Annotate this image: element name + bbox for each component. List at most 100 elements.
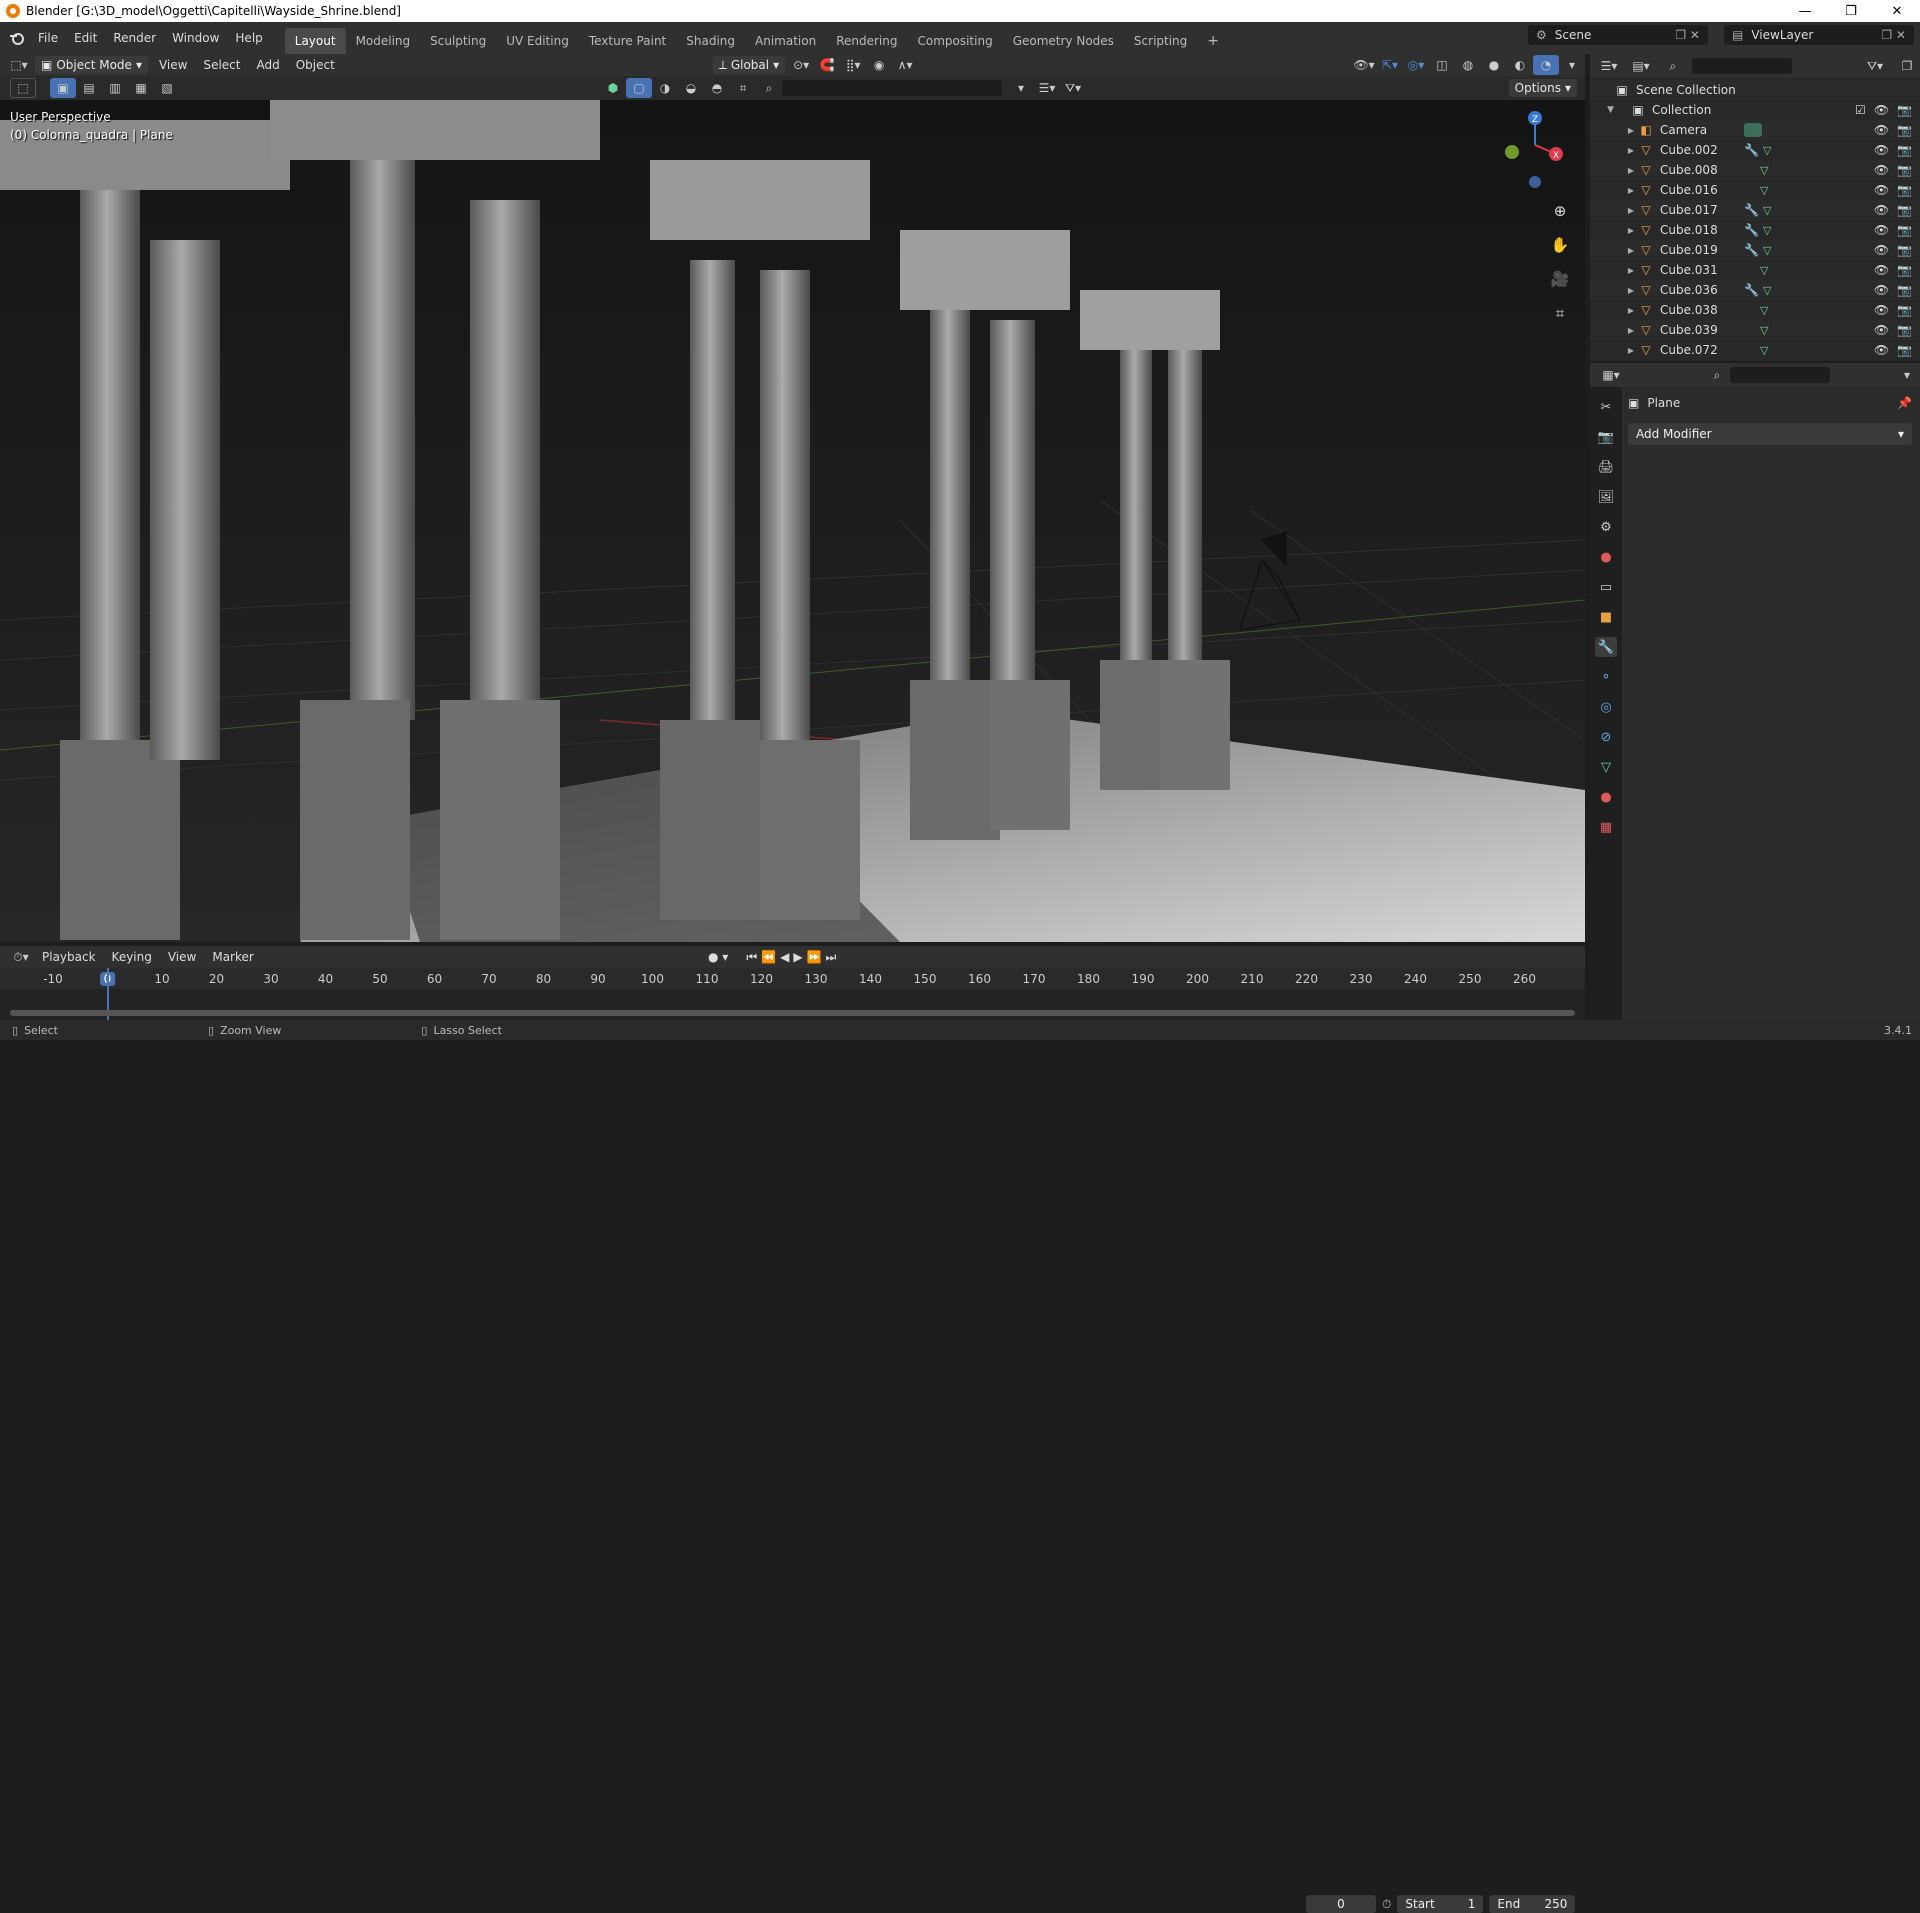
- view-layer-selector[interactable]: ▤ ViewLayer ❐ ✕: [1724, 25, 1914, 45]
- eye-icon[interactable]: 👁: [1874, 203, 1889, 217]
- add-workspace-button[interactable]: +: [1197, 28, 1229, 54]
- pan-hand-icon[interactable]: ✋: [1549, 234, 1571, 256]
- eye-icon[interactable]: 👁: [1874, 123, 1889, 137]
- mode-dropdown[interactable]: ▣ Object Mode ▾: [35, 56, 148, 74]
- new-collection-icon[interactable]: ❐: [1894, 56, 1920, 76]
- outliner-row[interactable]: ▶ ▽ Cube.038 ▽ 👁 📷: [1590, 300, 1920, 320]
- menu-help[interactable]: Help: [227, 31, 270, 45]
- eye-icon[interactable]: 👁: [1874, 163, 1889, 177]
- expand-icon[interactable]: ▶: [1590, 126, 1638, 135]
- visibility-icon[interactable]: 👁▾: [1351, 55, 1377, 75]
- tab-modeling[interactable]: Modeling: [346, 28, 421, 54]
- texture-tab-icon[interactable]: ▦: [1595, 817, 1617, 837]
- list-view-icon[interactable]: ☰▾: [1034, 78, 1060, 98]
- expand-icon[interactable]: ▼: [1590, 105, 1614, 115]
- stopwatch-icon[interactable]: ⏱: [1382, 1897, 1391, 1912]
- shading-sphere2-icon[interactable]: ◒: [678, 78, 704, 98]
- ortho-grid-icon[interactable]: ⌗: [1549, 302, 1571, 324]
- outliner-row[interactable]: ▶ ▽ Cube.039 ▽ 👁 📷: [1590, 320, 1920, 340]
- menu-object[interactable]: Object: [288, 58, 343, 72]
- eye-icon[interactable]: 👁: [1874, 343, 1889, 357]
- outliner-row[interactable]: ▶ ▽ Cube.031 ▽ 👁 📷: [1590, 260, 1920, 280]
- object-filter-icon[interactable]: ▢: [626, 78, 652, 98]
- view-layer-tab-icon[interactable]: 🖼: [1595, 487, 1617, 507]
- shading-options-icon[interactable]: ▾: [1559, 55, 1585, 75]
- timeline-track[interactable]: [0, 968, 1585, 1024]
- menu-window[interactable]: Window: [164, 31, 227, 45]
- expand-icon[interactable]: ▶: [1590, 286, 1638, 295]
- navigation-gizmo[interactable]: Z X: [1500, 110, 1570, 190]
- funnel-icon[interactable]: ⛛▾: [1060, 78, 1086, 98]
- filter-icon[interactable]: ⛛▾: [1862, 56, 1888, 76]
- data-tab-icon[interactable]: ▽: [1595, 757, 1617, 777]
- shading-sphere-icon[interactable]: ◑: [652, 78, 678, 98]
- output-tab-icon[interactable]: 🖨: [1595, 457, 1617, 477]
- constraints-tab-icon[interactable]: ⊘: [1595, 727, 1617, 747]
- solid-shading-icon[interactable]: ●: [1481, 55, 1507, 75]
- outliner-row[interactable]: ▶ ▽ Cube.018 🔧 ▽ 👁 📷: [1590, 220, 1920, 240]
- search-icon[interactable]: ⌕: [1704, 365, 1730, 385]
- prev-keyframe-icon[interactable]: ⏪: [761, 950, 776, 964]
- camera-render-icon[interactable]: 📷: [1897, 303, 1912, 317]
- select-mode-invert-icon[interactable]: ▦: [128, 78, 154, 98]
- filter-dropdown-icon[interactable]: ▾: [1008, 78, 1034, 98]
- expand-icon[interactable]: ▶: [1590, 166, 1638, 175]
- add-modifier-dropdown[interactable]: Add Modifier ▾: [1628, 423, 1912, 445]
- expand-icon[interactable]: ▶: [1590, 266, 1638, 275]
- menu-keying[interactable]: Keying: [104, 950, 160, 964]
- eye-icon[interactable]: 👁: [1874, 323, 1889, 337]
- material-tab-icon[interactable]: ●: [1595, 787, 1617, 807]
- tab-uv-editing[interactable]: UV Editing: [496, 28, 579, 54]
- start-frame-field[interactable]: Start 1: [1397, 1895, 1484, 1913]
- current-frame-field[interactable]: 0: [1306, 1895, 1376, 1913]
- select-mode-intersect-icon[interactable]: ▧: [154, 78, 180, 98]
- outliner-row[interactable]: ▶ ▽ Cube.019 🔧 ▽ 👁 📷: [1590, 240, 1920, 260]
- options-button[interactable]: Options ▾: [1508, 79, 1577, 97]
- checkbox-icon[interactable]: ☑: [1855, 103, 1866, 117]
- tab-sculpting[interactable]: Sculpting: [420, 28, 496, 54]
- outliner-row[interactable]: ▶ ▽ Cube.008 ▽ 👁 📷: [1590, 160, 1920, 180]
- camera-render-icon[interactable]: 📷: [1897, 183, 1912, 197]
- proportional-edit-icon[interactable]: ◉: [866, 55, 892, 75]
- timeline-scrollbar[interactable]: [10, 1010, 1575, 1016]
- menu-timeline-view[interactable]: View: [160, 950, 204, 964]
- outliner-editor-icon[interactable]: ☰▾: [1596, 56, 1622, 76]
- 3d-viewport[interactable]: User Perspective (0) Colonna_quadra | Pl…: [0, 100, 1585, 942]
- menu-marker[interactable]: Marker: [204, 950, 261, 964]
- play-icon[interactable]: ▶: [793, 950, 802, 964]
- shading-grid-icon[interactable]: ⌗: [730, 78, 756, 98]
- outliner-row[interactable]: ▶ ▽ Cube.002 🔧 ▽ 👁 📷: [1590, 140, 1920, 160]
- play-reverse-icon[interactable]: ◀: [780, 950, 789, 964]
- jump-start-icon[interactable]: ⏮: [746, 950, 757, 965]
- search-icon[interactable]: ⌕: [756, 78, 782, 98]
- tab-shading[interactable]: Shading: [676, 28, 745, 54]
- scene-tab-icon[interactable]: ⚙: [1595, 517, 1617, 537]
- scene-new-icon[interactable]: ❐ ✕: [1675, 28, 1700, 42]
- expand-icon[interactable]: ▶: [1590, 246, 1638, 255]
- display-mode-icon[interactable]: ▤▾: [1628, 56, 1654, 76]
- outliner-row[interactable]: ▶ ▽ Cube.036 🔧 ▽ 👁 📷: [1590, 280, 1920, 300]
- tab-rendering[interactable]: Rendering: [826, 28, 907, 54]
- falloff-icon[interactable]: ∧▾: [892, 55, 918, 75]
- expand-icon[interactable]: ▶: [1590, 206, 1638, 215]
- gizmo-toggle-icon[interactable]: ⇱▾: [1377, 55, 1403, 75]
- camera-render-icon[interactable]: 📷: [1897, 143, 1912, 157]
- camera-render-icon[interactable]: 📷: [1897, 203, 1912, 217]
- maximize-button[interactable]: ❐: [1828, 0, 1874, 22]
- jump-end-icon[interactable]: ⏭: [826, 950, 837, 965]
- select-tool-icon[interactable]: ⬚: [10, 78, 36, 98]
- expand-icon[interactable]: ▶: [1590, 306, 1638, 315]
- eye-icon[interactable]: 👁: [1874, 263, 1889, 277]
- tab-layout[interactable]: Layout: [284, 28, 346, 54]
- minimize-button[interactable]: —: [1782, 0, 1828, 22]
- eye-icon[interactable]: 👁: [1874, 243, 1889, 257]
- tab-scripting[interactable]: Scripting: [1124, 28, 1197, 54]
- outliner-row[interactable]: ▶ ▽ Cube.016 ▽ 👁 📷: [1590, 180, 1920, 200]
- end-frame-field[interactable]: End 250: [1489, 1895, 1576, 1913]
- camera-render-icon[interactable]: 📷: [1897, 343, 1912, 357]
- pivot-icon[interactable]: ⊙▾: [788, 55, 814, 75]
- menu-select[interactable]: Select: [195, 58, 248, 72]
- properties-search-input[interactable]: [1730, 367, 1830, 383]
- outliner-search-input[interactable]: [1692, 58, 1792, 74]
- eye-icon[interactable]: 👁: [1874, 183, 1889, 197]
